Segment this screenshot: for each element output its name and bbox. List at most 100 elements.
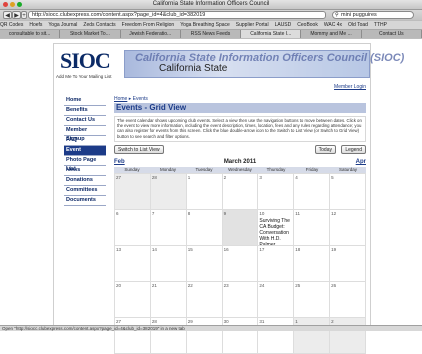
calendar-day-cell[interactable]: 6	[115, 210, 151, 246]
calendar-day-cell[interactable]: 1	[294, 318, 331, 354]
day-number: 3	[259, 175, 262, 180]
calendar-day-cell[interactable]: 2	[222, 174, 259, 210]
web-content: SIOC California State Information Office…	[0, 39, 422, 354]
browser-tab[interactable]: Contact Us	[361, 30, 422, 38]
sidebar-item[interactable]: News	[64, 166, 106, 176]
member-login-link[interactable]: Member Login	[334, 84, 366, 90]
calendar-day-cell[interactable]: 23	[222, 282, 259, 318]
browser-tab[interactable]: consultable to sit...	[0, 30, 61, 38]
calendar-day-cell[interactable]: 5	[330, 174, 366, 210]
browser-tab[interactable]: RSS News Feeds	[180, 30, 242, 38]
calendar-day-cell[interactable]: 13	[115, 246, 151, 282]
search-field[interactable]: ⚲ mini pugguires	[332, 11, 414, 19]
calendar-day-cell[interactable]: 25	[294, 282, 331, 318]
main-content: Home ▸ Events Events - Grid View The eve…	[114, 96, 366, 354]
bookmark-item[interactable]: Yoga Journal	[48, 22, 77, 28]
sidebar-item[interactable]: Benefits	[64, 106, 106, 116]
breadcrumb: Home ▸ Events	[114, 96, 366, 103]
back-button[interactable]: ◀	[3, 11, 12, 19]
day-number: 13	[116, 247, 122, 252]
bookmark-item[interactable]: QR Codes	[0, 22, 23, 28]
bookmark-item[interactable]: Old Toad	[348, 22, 368, 28]
bookmark-item[interactable]: Supplier Portal	[236, 22, 269, 28]
calendar-day-cell[interactable]: 1	[186, 174, 223, 210]
calendar-day-cell[interactable]: 20	[115, 282, 151, 318]
calendar-day-cell[interactable]: 27	[115, 174, 151, 210]
sidebar-nav: Home Benefits Contact Us Member Signup FAQ Ev…	[64, 96, 106, 206]
forward-button[interactable]: ▶	[12, 11, 21, 19]
calendar-day-cell[interactable]: 24	[258, 282, 295, 318]
calendar-day-cell[interactable]: 19	[330, 246, 366, 282]
calendar-day-cell[interactable]: 27	[115, 318, 151, 354]
calendar-day-cell[interactable]: 14	[150, 246, 187, 282]
browser-tab[interactable]: Jewish Federatio...	[120, 30, 181, 38]
calendar-day-cell[interactable]: 28	[150, 318, 187, 354]
next-month-link[interactable]: Apr	[356, 159, 366, 165]
breadcrumb-home[interactable]: Home	[114, 96, 127, 102]
sidebar-item[interactable]: Event Calendar	[64, 146, 106, 162]
sidebar-item[interactable]: Committees	[64, 186, 106, 196]
address-bar[interactable]: http://siocc.clubexpress.com/content.asp…	[28, 11, 326, 19]
calendar-day-cell[interactable]: 17	[258, 246, 295, 282]
bookmark-item[interactable]: Hoefs	[29, 22, 42, 28]
weekday-label: Sunday	[124, 167, 140, 172]
status-bar: Open "http://siocc.clubexpress.com/conte…	[0, 325, 422, 331]
calendar-day-cell[interactable]: 11	[294, 210, 331, 246]
calendar-day-cell[interactable]: 3	[258, 174, 295, 210]
day-number: 18	[295, 247, 301, 252]
bookmark-item[interactable]: LAUSD	[275, 22, 292, 28]
bookmark-item[interactable]: CeoBook	[297, 22, 318, 28]
calendar-event-link[interactable]: Surviving The CA Budget: Conversation Wi…	[259, 218, 292, 245]
bookmark-item[interactable]: Zeds Contacts	[83, 22, 115, 28]
day-number: 23	[223, 283, 229, 288]
sidebar-item[interactable]: Home	[64, 96, 106, 106]
calendar-day-cell[interactable]: 15	[186, 246, 223, 282]
calendar-day-cell[interactable]: 28	[150, 174, 187, 210]
calendar-day-cell[interactable]: 8	[186, 210, 223, 246]
bookmark-item[interactable]: Yoga Breathing Space	[180, 22, 230, 28]
day-number: 16	[223, 247, 229, 252]
bookmark-item[interactable]: Freedom From Religion	[122, 22, 175, 28]
bookmark-item[interactable]: TTHP	[374, 22, 387, 28]
calendar-description: The event calendar shows upcoming club e…	[114, 116, 366, 142]
calendar-day-cell[interactable]: 12	[330, 210, 366, 246]
calendar-day-cell[interactable]: 18	[294, 246, 331, 282]
sidebar-item[interactable]: FAQ	[64, 136, 106, 146]
sidebar-item[interactable]: Contact Us	[64, 116, 106, 126]
calendar-day-cell[interactable]: 2	[330, 318, 366, 354]
calendar-day-cell[interactable]: 31	[258, 318, 295, 354]
calendar-day-cell[interactable]: 16	[222, 246, 259, 282]
sidebar-item[interactable]: Documents	[64, 196, 106, 206]
sidebar-item[interactable]: Donations	[64, 176, 106, 186]
calendar-day-cell[interactable]: 9	[222, 210, 259, 246]
browser-tab[interactable]: Mommy and Me ...	[301, 30, 362, 38]
add-tab-button[interactable]: +	[21, 11, 27, 19]
browser-tab[interactable]: California State I...	[241, 30, 302, 38]
search-value: mini pugguires	[341, 12, 377, 18]
calendar-day-cell[interactable]: 7	[150, 210, 187, 246]
legend-button[interactable]: Legend	[341, 145, 366, 154]
browser-tab[interactable]: Stock Market To...	[60, 30, 121, 38]
calendar-day-cell[interactable]: 4	[294, 174, 331, 210]
bookmark-item[interactable]: WAC 4x	[324, 22, 342, 28]
sidebar-item[interactable]: Photo Page List	[64, 156, 106, 172]
day-number: 11	[295, 211, 300, 216]
prev-month-link[interactable]: Feb	[114, 159, 125, 165]
day-number: 4	[295, 175, 298, 180]
day-number: 30	[223, 319, 229, 324]
calendar-controls: Switch to List View Today Legend	[114, 144, 366, 156]
today-button[interactable]: Today	[314, 145, 336, 154]
day-number: 28	[151, 319, 157, 324]
calendar-day-cell[interactable]: 10 Surviving The CA Budget: Conversation …	[258, 210, 295, 246]
mailing-list-link[interactable]: Add Me To Your Mailing List	[56, 74, 111, 79]
calendar-day-cell[interactable]: 26	[330, 282, 366, 318]
sidebar-item[interactable]: Member Signup	[64, 126, 106, 142]
switch-to-list-button[interactable]: Switch to List View	[114, 145, 164, 154]
calendar-day-cell[interactable]: 29	[186, 318, 223, 354]
site-logo[interactable]: SIOC	[60, 48, 111, 74]
calendar-day-cell[interactable]: 30	[222, 318, 259, 354]
calendar-day-cell[interactable]: 22	[186, 282, 223, 318]
weekday-label: Thursday	[266, 167, 286, 172]
calendar-day-cell[interactable]: 21	[150, 282, 187, 318]
day-number: 1	[187, 175, 191, 180]
